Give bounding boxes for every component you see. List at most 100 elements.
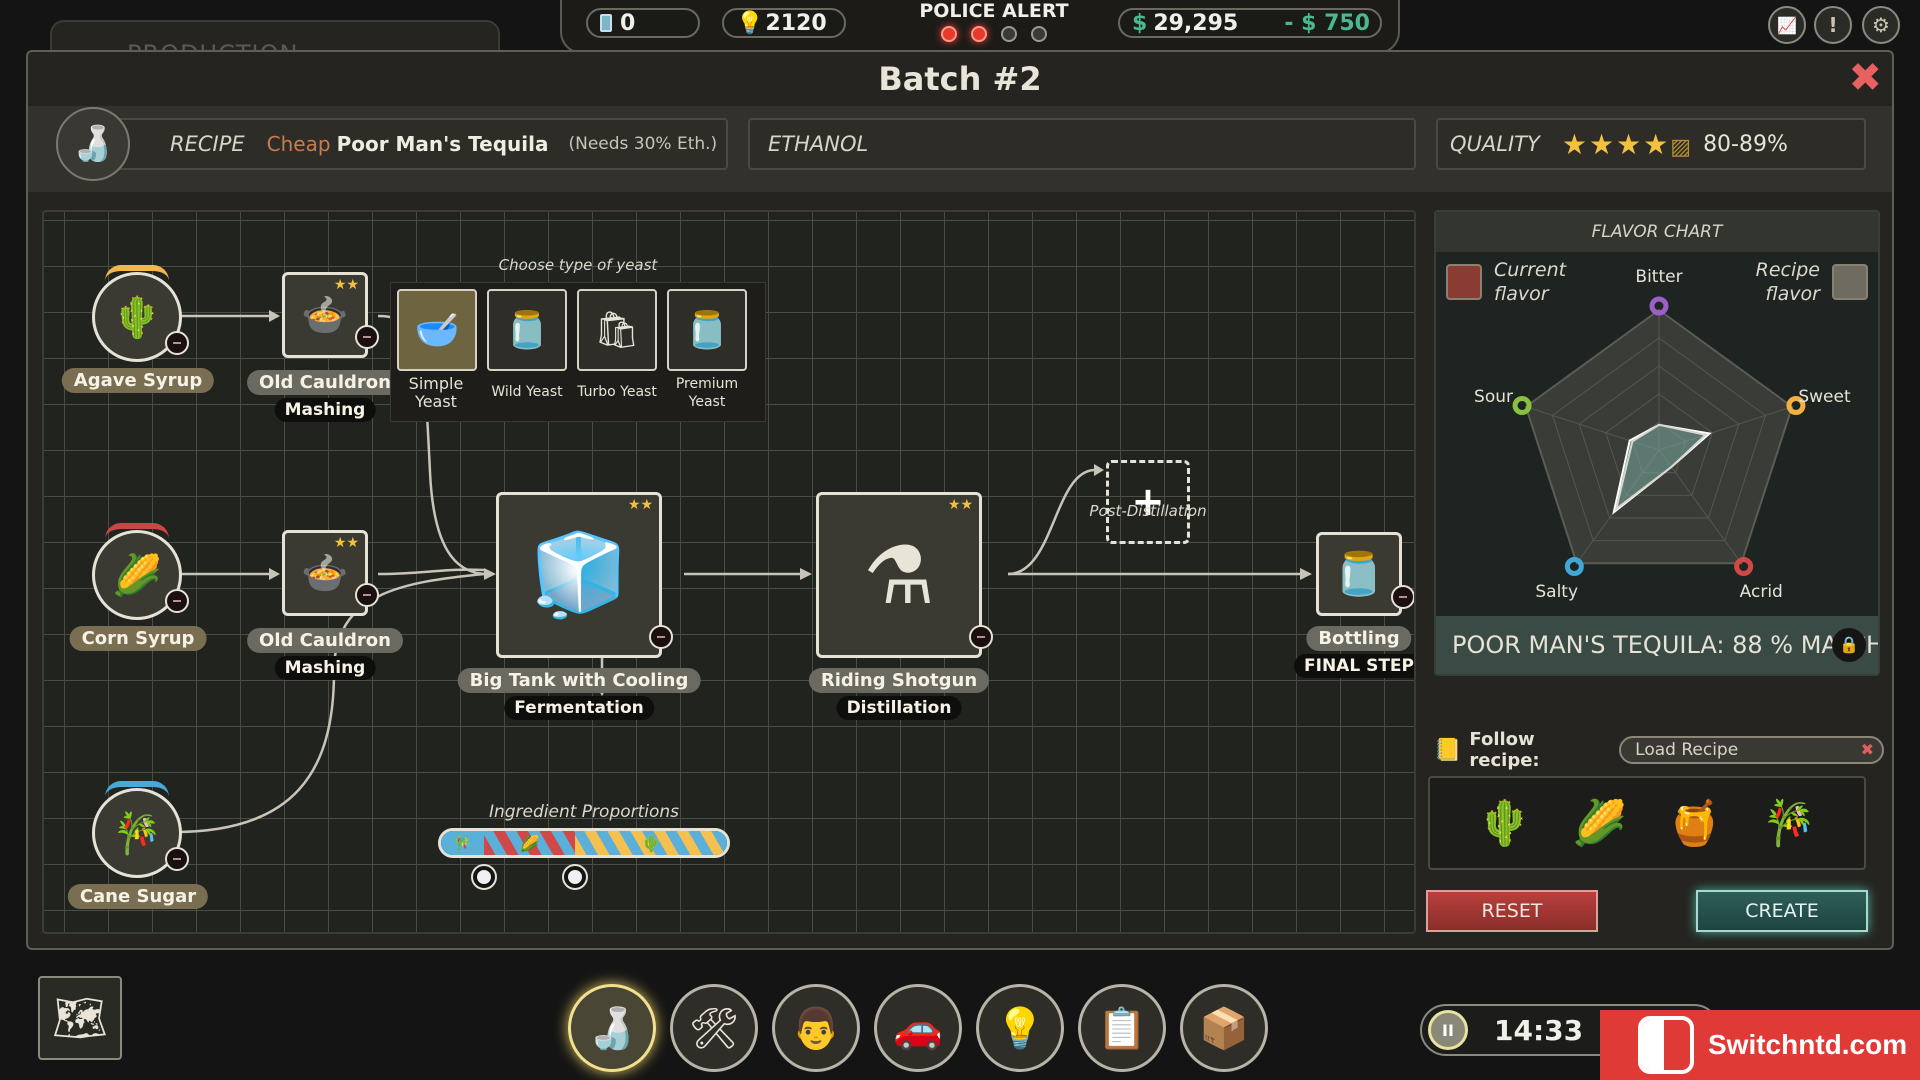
radar-axis-label: Sour bbox=[1474, 387, 1513, 407]
alerts-button[interactable]: ! bbox=[1814, 6, 1852, 44]
remove-button[interactable] bbox=[649, 625, 673, 649]
dock-workers[interactable]: 👨 bbox=[772, 984, 860, 1072]
cane-sugar-icon: 🎋 bbox=[112, 810, 162, 857]
radar-axis-label: Sweet bbox=[1798, 387, 1851, 407]
cane-sugar-icon[interactable]: 🎋 bbox=[1762, 797, 1817, 849]
ingredient-corn-syrup[interactable]: 🌽 bbox=[92, 523, 189, 620]
remove-button[interactable] bbox=[969, 625, 993, 649]
recipe-box[interactable]: RECIPE Cheap Poor Man's Tequila (Needs 3… bbox=[78, 118, 728, 170]
proportion-handle[interactable] bbox=[472, 866, 495, 888]
match-text: POOR MAN'S TEQUILA: 88 % MATCH bbox=[1452, 631, 1878, 659]
clear-recipe-icon[interactable]: ✖ bbox=[1861, 738, 1874, 762]
node-stars: ★★ bbox=[627, 497, 653, 513]
star-icon: ★ bbox=[1561, 127, 1587, 161]
gear-icon: ⚙ bbox=[1872, 13, 1890, 37]
close-button[interactable]: ✖ bbox=[1848, 58, 1882, 98]
radar-axis-label: Acrid bbox=[1740, 582, 1783, 602]
ingredient-agave-syrup[interactable]: 🌵 bbox=[92, 265, 189, 362]
dock-vehicles[interactable]: 🚗 bbox=[874, 984, 962, 1072]
yeast-option-turbo[interactable]: 🛍 bbox=[577, 289, 657, 371]
ingredient-proportions-bar: 🎋 🌽 🌵 bbox=[438, 828, 730, 858]
create-button[interactable]: CREATE bbox=[1696, 890, 1868, 932]
police-alert-dot bbox=[1031, 26, 1047, 42]
yeast-option-premium[interactable]: 🫙 bbox=[667, 289, 747, 371]
dock-research[interactable]: 💡 bbox=[976, 984, 1064, 1072]
mashing-node-2[interactable]: ★★ 🍲 bbox=[282, 530, 379, 616]
ingredient-ring bbox=[105, 523, 169, 539]
premium-yeast-icon: 🫙 bbox=[684, 310, 730, 351]
star-icon: ★ bbox=[1643, 127, 1669, 161]
wire-cauldron2-to-tank bbox=[377, 568, 485, 576]
ingredient-label: Agave Syrup bbox=[61, 368, 215, 393]
step-label: Distillation bbox=[836, 696, 962, 720]
clock-time: 14:33 bbox=[1494, 1013, 1584, 1047]
remove-button[interactable] bbox=[165, 331, 189, 355]
recipe-match-bar: POOR MAN'S TEQUILA: 88 % MATCH 🔒 bbox=[1436, 616, 1878, 674]
recipe-ingredients-list: 🌵 🌽 🍯 🎋 bbox=[1428, 776, 1866, 870]
agave-syrup-icon[interactable]: 🌵 bbox=[1477, 797, 1532, 849]
lock-icon[interactable]: 🔒 bbox=[1832, 628, 1866, 662]
remove-button[interactable] bbox=[165, 589, 189, 613]
wire-still-to-post bbox=[1007, 468, 1095, 576]
star-icon: ★ bbox=[1588, 127, 1615, 161]
flavor-chart-panel: FLAVOR CHART Current flavor Recipe flavo… bbox=[1434, 210, 1880, 676]
mashing-node-1[interactable]: ★★ 🍲 bbox=[282, 272, 379, 358]
post-distillation-label: Post-Distillation bbox=[1089, 502, 1207, 520]
ingredient-ring bbox=[105, 265, 169, 281]
arrow-post bbox=[1094, 464, 1104, 476]
remove-button[interactable] bbox=[1391, 585, 1414, 609]
police-alert-dot bbox=[971, 26, 987, 42]
ethanol-label: ETHANOL bbox=[768, 132, 869, 156]
half-star-icon: ▨ bbox=[1670, 134, 1692, 160]
remove-button[interactable] bbox=[355, 325, 379, 349]
dock-notes[interactable]: 📋 bbox=[1078, 984, 1166, 1072]
modal-title: Batch #2 bbox=[878, 60, 1042, 98]
wild-yeast-icon: 🫙 bbox=[504, 310, 550, 351]
node-stars: ★★ bbox=[333, 535, 359, 551]
yeast-prompt: Choose type of yeast bbox=[498, 256, 658, 274]
money-counter: $29,295 - $ 750 bbox=[1118, 8, 1382, 38]
ingredient-cane-sugar[interactable]: 🎋 bbox=[92, 781, 189, 878]
production-canvas[interactable]: 🌵 Agave Syrup 🌽 Corn Syrup 🎋 Cane Sugar … bbox=[42, 210, 1416, 934]
police-alert-dot bbox=[1001, 26, 1017, 42]
follow-recipe-label: Follow recipe: bbox=[1469, 729, 1540, 771]
star-icon: ★ bbox=[1616, 127, 1642, 161]
node-stars: ★★ bbox=[333, 277, 359, 293]
yeast-label: Turbo Yeast bbox=[577, 384, 657, 400]
cauldron-icon: 🍲 bbox=[301, 292, 349, 337]
pause-button[interactable]: II bbox=[1428, 1010, 1468, 1050]
dock-production[interactable]: 🍶 bbox=[568, 984, 656, 1072]
fermentation-node[interactable]: ★★ 🧊 bbox=[496, 492, 673, 658]
recipe-requirement: (Needs 30% Eth.) bbox=[568, 134, 718, 154]
bottling-node[interactable]: 🫙 bbox=[1316, 532, 1414, 616]
stats-button[interactable]: 📈 bbox=[1768, 6, 1806, 44]
yeast-option-simple[interactable]: 🥣 bbox=[397, 289, 477, 371]
simple-yeast-icon: 🥣 bbox=[414, 310, 460, 351]
arrow-cauldron1 bbox=[269, 310, 280, 322]
reset-button[interactable]: RESET bbox=[1426, 890, 1598, 932]
load-recipe-field[interactable]: Load Recipe ✖ bbox=[1619, 736, 1884, 764]
yeast-option-wild[interactable]: 🫙 bbox=[487, 289, 567, 371]
remove-button[interactable] bbox=[165, 847, 189, 871]
remove-button[interactable] bbox=[355, 583, 379, 607]
step-label: Fermentation bbox=[504, 696, 654, 720]
dock-storage[interactable]: 📦 bbox=[1180, 984, 1268, 1072]
step-label: Mashing bbox=[274, 656, 376, 680]
maple-syrup-icon[interactable]: 🍯 bbox=[1667, 797, 1722, 849]
proportion-segment: 🌽 bbox=[483, 831, 576, 855]
corn-syrup-icon[interactable]: 🌽 bbox=[1572, 797, 1627, 849]
map-button[interactable]: 🗺 bbox=[38, 976, 122, 1060]
police-alert-label: POLICE ALERT bbox=[919, 0, 1069, 22]
close-icon: ✖ bbox=[1848, 55, 1882, 101]
recipe-book-icon: 📒 bbox=[1434, 737, 1462, 763]
distillation-node[interactable]: ★★ ⚗ bbox=[816, 492, 993, 658]
settings-button[interactable]: ⚙ bbox=[1862, 6, 1900, 44]
jar-icon bbox=[600, 14, 612, 32]
tank-icon: 🧊 bbox=[529, 528, 629, 621]
recipe-name: Poor Man's Tequila bbox=[336, 132, 549, 156]
dock-tools[interactable]: 🛠 bbox=[670, 984, 758, 1072]
jars-counter: 0 bbox=[586, 8, 700, 38]
alert-icon: ! bbox=[1828, 13, 1838, 37]
cauldron-icon: 🍲 bbox=[301, 550, 349, 595]
tools-icon: 🛠 bbox=[688, 1005, 740, 1052]
